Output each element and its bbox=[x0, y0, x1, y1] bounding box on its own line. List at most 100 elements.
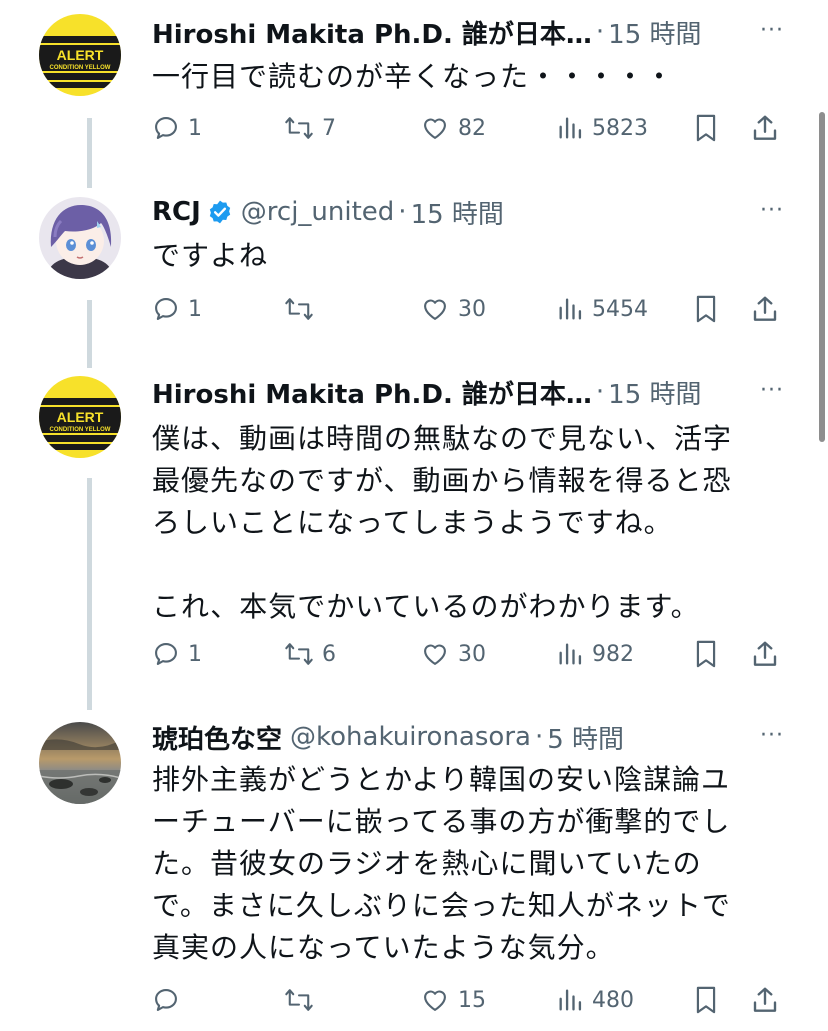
action-bar: 1 6 30 982 bbox=[152, 634, 792, 674]
reply-count: 1 bbox=[188, 641, 202, 667]
like-count: 30 bbox=[458, 641, 486, 667]
more-options-icon[interactable]: ··· bbox=[760, 18, 784, 43]
like-button[interactable]: 15 bbox=[420, 980, 486, 1020]
tweet-header: Hiroshi Makita Ph.D. 誰が日本… · 15 時間 bbox=[152, 12, 768, 52]
reply-button[interactable]: 1 bbox=[152, 289, 202, 329]
views-icon bbox=[559, 989, 582, 1011]
retweet-count: 7 bbox=[322, 115, 336, 141]
svg-text:ALERT: ALERT bbox=[57, 47, 104, 63]
timestamp[interactable]: 5 時間 bbox=[547, 719, 624, 756]
timestamp[interactable]: 15 時間 bbox=[608, 374, 701, 411]
tweet-text: 排外主義がどうとかより韓国の安い陰謀論ユ ーチューバーに嵌ってる事の方が衝撃的で… bbox=[152, 763, 731, 964]
tweet[interactable]: 琥珀色な空 @kohakuironasora · 5 時間 ··· 排外主義がど… bbox=[0, 712, 828, 1031]
heart-icon bbox=[424, 299, 446, 320]
more-options-icon[interactable]: ··· bbox=[760, 198, 784, 223]
views-button[interactable]: 5454 bbox=[556, 289, 648, 329]
like-count: 82 bbox=[458, 115, 486, 141]
tweet-text: 僕は、動画は時間の無駄なので見ない、活字 最優先なのですが、動画から情報を得ると… bbox=[152, 422, 733, 623]
more-options-icon[interactable]: ··· bbox=[760, 723, 784, 748]
retweet-count: 6 bbox=[322, 641, 336, 667]
separator-dot: · bbox=[534, 722, 544, 752]
views-icon bbox=[559, 298, 582, 320]
display-name[interactable]: Hiroshi Makita Ph.D. 誰が日本… bbox=[152, 374, 592, 411]
reply-button[interactable]: 1 bbox=[152, 634, 202, 674]
retweet-icon bbox=[285, 643, 313, 665]
tweet-header: Hiroshi Makita Ph.D. 誰が日本… · 15 時間 bbox=[152, 372, 768, 412]
alert-avatar-image: ALERT CONDITION YELLOW bbox=[39, 376, 121, 458]
share-icon bbox=[753, 115, 777, 140]
heart-icon bbox=[424, 990, 446, 1011]
retweet-icon bbox=[285, 298, 313, 320]
svg-text:CONDITION YELLOW: CONDITION YELLOW bbox=[50, 65, 111, 71]
user-handle[interactable]: @kohakuironasora bbox=[290, 722, 531, 752]
avatar[interactable] bbox=[39, 722, 121, 804]
share-icon bbox=[753, 296, 777, 321]
share-button[interactable] bbox=[750, 634, 780, 674]
retweet-button[interactable]: 7 bbox=[284, 108, 336, 148]
bookmark-button[interactable] bbox=[692, 108, 720, 148]
tweet-text: ですよね bbox=[152, 239, 269, 272]
seascape-avatar-image bbox=[39, 722, 121, 804]
reply-button[interactable] bbox=[152, 980, 188, 1020]
like-button[interactable]: 30 bbox=[420, 634, 486, 674]
more-options-icon[interactable]: ··· bbox=[760, 378, 784, 403]
views-button[interactable]: 480 bbox=[556, 980, 634, 1020]
view-count: 480 bbox=[592, 987, 634, 1013]
tweet[interactable]: RCJ @rcj_united · 15 時間 ··· ですよね 1 30 54… bbox=[0, 185, 828, 355]
heart-icon bbox=[424, 118, 446, 139]
bookmark-icon bbox=[696, 986, 716, 1014]
retweet-button[interactable] bbox=[284, 289, 322, 329]
avatar[interactable] bbox=[39, 197, 121, 279]
tweet-header: RCJ @rcj_united · 15 時間 bbox=[152, 192, 768, 232]
share-button[interactable] bbox=[750, 108, 780, 148]
share-icon bbox=[753, 641, 777, 666]
bookmark-button[interactable] bbox=[692, 980, 720, 1020]
bookmark-icon bbox=[696, 640, 716, 668]
reply-icon bbox=[155, 117, 177, 139]
display-name[interactable]: 琥珀色な空 bbox=[152, 719, 282, 756]
avatar[interactable]: ALERT CONDITION YELLOW bbox=[39, 376, 121, 458]
share-button[interactable] bbox=[750, 980, 780, 1020]
reply-icon bbox=[155, 298, 177, 320]
views-button[interactable]: 5823 bbox=[556, 108, 648, 148]
bookmark-button[interactable] bbox=[692, 634, 720, 674]
bookmark-button[interactable] bbox=[692, 289, 720, 329]
tweet-header: 琥珀色な空 @kohakuironasora · 5 時間 bbox=[152, 717, 768, 757]
share-button[interactable] bbox=[750, 289, 780, 329]
alert-avatar-image: ALERT CONDITION YELLOW bbox=[39, 14, 121, 96]
retweet-button[interactable]: 6 bbox=[284, 634, 336, 674]
avatar[interactable]: ALERT CONDITION YELLOW bbox=[39, 14, 121, 96]
action-bar: 1 7 82 5823 bbox=[152, 108, 792, 148]
view-count: 5454 bbox=[592, 296, 648, 322]
user-handle[interactable]: @rcj_united bbox=[241, 197, 395, 227]
reply-icon bbox=[155, 989, 177, 1011]
retweet-button[interactable] bbox=[284, 980, 322, 1020]
tweet[interactable]: ALERT CONDITION YELLOW Hiroshi Makita Ph… bbox=[0, 365, 828, 695]
bookmark-icon bbox=[696, 114, 716, 142]
display-name[interactable]: Hiroshi Makita Ph.D. 誰が日本… bbox=[152, 14, 592, 51]
verified-badge-icon bbox=[209, 200, 230, 224]
timestamp[interactable]: 15 時間 bbox=[608, 14, 701, 51]
tweet-text: 一行目で読むのが辛くなった・・・・・ bbox=[152, 60, 675, 93]
like-button[interactable]: 30 bbox=[420, 289, 486, 329]
view-count: 982 bbox=[592, 641, 634, 667]
like-count: 30 bbox=[458, 296, 486, 322]
retweet-icon bbox=[285, 989, 313, 1011]
svg-text:CONDITION YELLOW: CONDITION YELLOW bbox=[50, 427, 111, 433]
like-button[interactable]: 82 bbox=[420, 108, 486, 148]
separator-dot: · bbox=[595, 17, 605, 47]
view-count: 5823 bbox=[592, 115, 648, 141]
display-name[interactable]: RCJ bbox=[152, 197, 201, 227]
reply-icon bbox=[155, 643, 177, 665]
timestamp[interactable]: 15 時間 bbox=[411, 194, 504, 231]
views-icon bbox=[559, 643, 582, 665]
views-button[interactable]: 982 bbox=[556, 634, 634, 674]
reply-button[interactable]: 1 bbox=[152, 108, 202, 148]
like-count: 15 bbox=[458, 987, 486, 1013]
anime-character-avatar-image bbox=[39, 197, 121, 279]
heart-icon bbox=[424, 644, 446, 665]
tweet[interactable]: ALERT CONDITION YELLOW Hiroshi Makita Ph… bbox=[0, 0, 828, 170]
reply-count: 1 bbox=[188, 115, 202, 141]
action-bar: 1 30 5454 bbox=[152, 289, 792, 329]
separator-dot: · bbox=[595, 377, 605, 407]
